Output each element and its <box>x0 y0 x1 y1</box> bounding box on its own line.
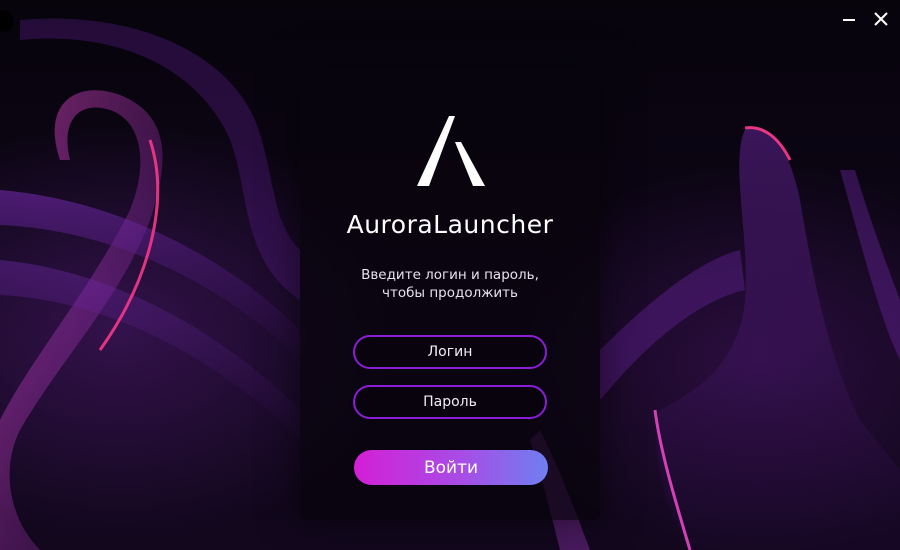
close-icon[interactable] <box>872 10 890 28</box>
app-title: AuroraLauncher <box>346 210 554 239</box>
login-input[interactable] <box>353 335 547 369</box>
login-prompt-line-1: Введите логин и пароль, <box>361 267 539 283</box>
launcher-window: AuroraLauncher Введите логин и пароль, ч… <box>0 0 900 550</box>
login-prompt: Введите логин и пароль, чтобы продолжить <box>300 266 600 302</box>
aurora-logo-icon <box>417 116 485 186</box>
window-controls <box>840 10 890 28</box>
password-input[interactable] <box>353 385 547 419</box>
minimize-icon[interactable] <box>840 10 858 28</box>
login-prompt-line-2: чтобы продолжить <box>381 285 518 301</box>
login-button[interactable]: Войти <box>354 450 548 485</box>
